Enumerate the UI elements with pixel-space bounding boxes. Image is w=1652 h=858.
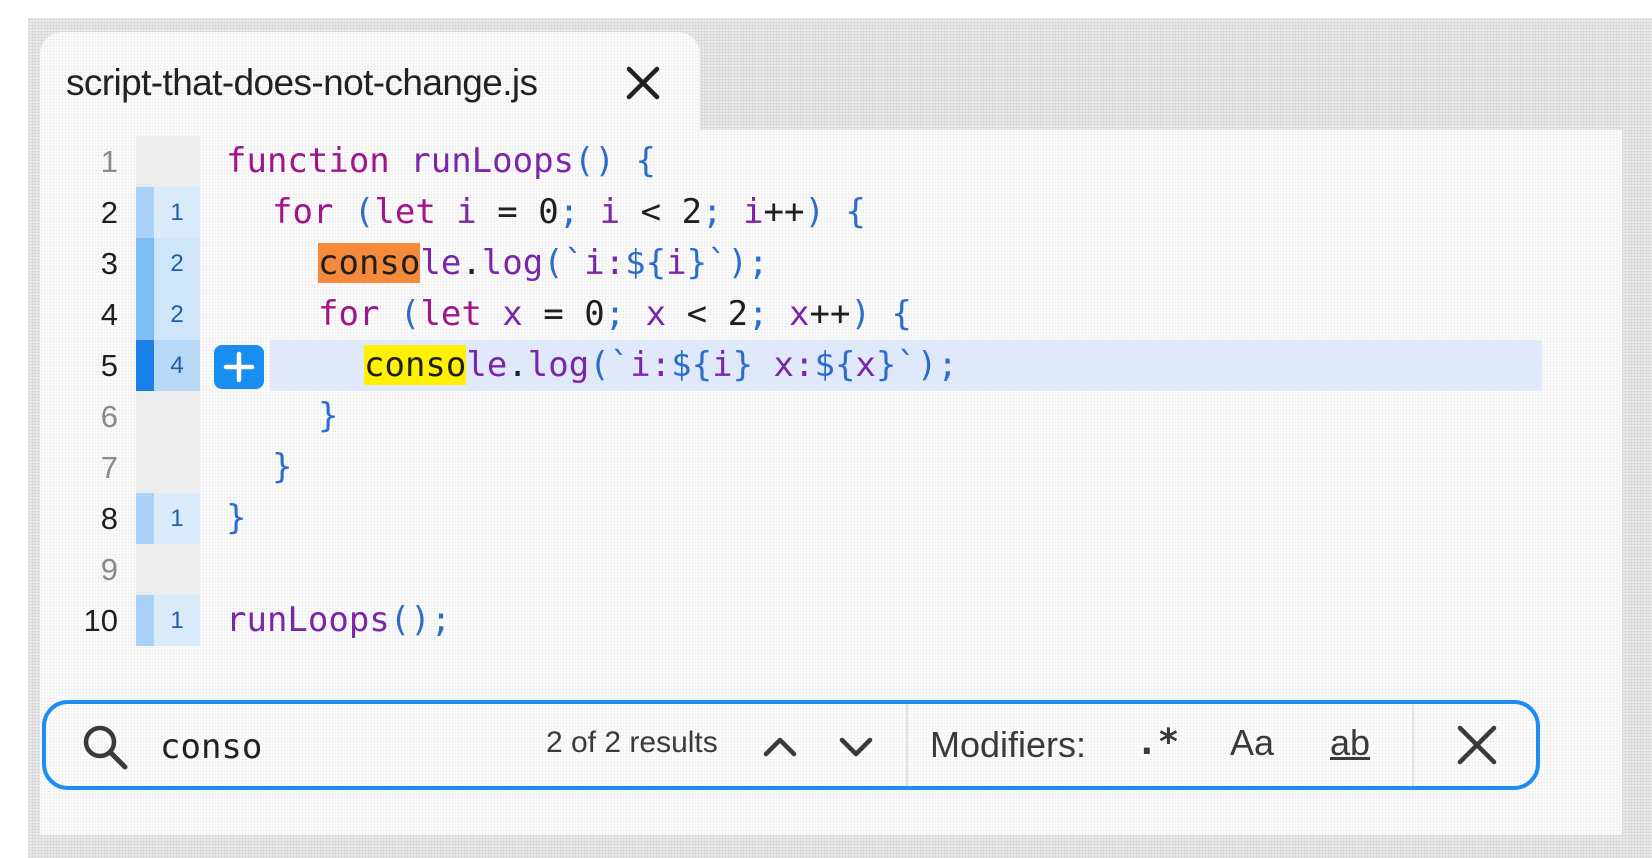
code-text: } [318,396,339,436]
line-number[interactable]: 6 [40,391,118,442]
line-number[interactable]: 4 [40,289,118,340]
line-number[interactable]: 7 [40,442,118,493]
current-search-match: conso [318,243,421,283]
gutter-bar [136,238,154,289]
code-line: 4 2 for (let x = 0; x < 2; x++) { [40,289,1540,340]
code-line: 3 2 console.log(`i:${i}`); [40,238,1540,289]
line-number[interactable]: 5 [40,340,118,391]
code-text: } [226,498,247,538]
gutter-bar [136,289,154,340]
search-results-count: 2 of 2 results [546,726,718,759]
code-line: 10 1 runLoops(); [40,595,1540,646]
code-text: console.log(`i:${i}`); [318,243,769,283]
line-number[interactable]: 1 [40,136,118,187]
code-line: 1 function runLoops() { [40,136,1540,187]
code-line: 6 } [40,391,1540,442]
close-icon[interactable] [620,60,666,106]
divider [906,704,908,786]
file-tab[interactable]: script-that-does-not-change.js [40,32,700,136]
hit-count: 1 [154,187,200,238]
next-result-button[interactable] [832,724,880,768]
close-search-icon[interactable] [1452,720,1502,770]
gutter-bar [136,136,154,187]
gutter-bar [136,442,154,493]
hit-count [154,544,200,595]
line-number[interactable]: 3 [40,238,118,289]
hit-count: 4 [154,340,200,391]
hit-count [154,442,200,493]
code-text: function runLoops() { [226,141,656,181]
code-text: } [272,447,293,487]
code-text: runLoops(); [226,600,452,640]
code-text: for (let i = 0; i < 2; i++) { [272,192,866,232]
search-bar: 2 of 2 results Modifiers: .* Aa ab [42,700,1540,790]
modifiers-label: Modifiers: [930,724,1087,765]
gutter-bar [136,391,154,442]
previous-result-button[interactable] [756,724,804,768]
hit-count: 1 [154,493,200,544]
hit-count [154,391,200,442]
code-line-active: 5 4 console.log(`i:${i} x:${x}`); [40,340,1542,391]
hit-count: 1 [154,595,200,646]
line-number[interactable]: 8 [40,493,118,544]
search-input[interactable] [158,718,522,776]
code-line: 7 } [40,442,1540,493]
tab-title: script-that-does-not-change.js [66,62,538,103]
code-line: 8 1 } [40,493,1540,544]
line-number[interactable]: 2 [40,187,118,238]
gutter-bar [136,493,154,544]
gutter-bar [136,595,154,646]
line-number[interactable]: 9 [40,544,118,595]
hit-count: 2 [154,289,200,340]
code-line: 2 1 for (let i = 0; i < 2; i++) { [40,187,1540,238]
code-editor[interactable]: 1 function runLoops() { 2 1 for (let i =… [40,136,1542,656]
code-text: console.log(`i:${i} x:${x}`); [364,345,958,385]
whole-word-toggle[interactable]: ab [1330,720,1370,766]
gutter-bar [136,187,154,238]
divider [1412,704,1414,786]
code-line: 9 [40,544,1540,595]
gutter-bar [136,544,154,595]
match-case-toggle[interactable]: Aa [1230,720,1274,766]
line-number[interactable]: 10 [40,595,118,646]
search-match: conso [364,345,467,385]
hit-count [154,136,200,187]
code-text: for (let x = 0; x < 2; x++) { [318,294,912,334]
gutter-bar [136,340,154,391]
hit-count: 2 [154,238,200,289]
regex-toggle[interactable]: .* [1136,720,1179,766]
search-icon [83,725,128,770]
add-log-point-button[interactable] [214,345,264,389]
